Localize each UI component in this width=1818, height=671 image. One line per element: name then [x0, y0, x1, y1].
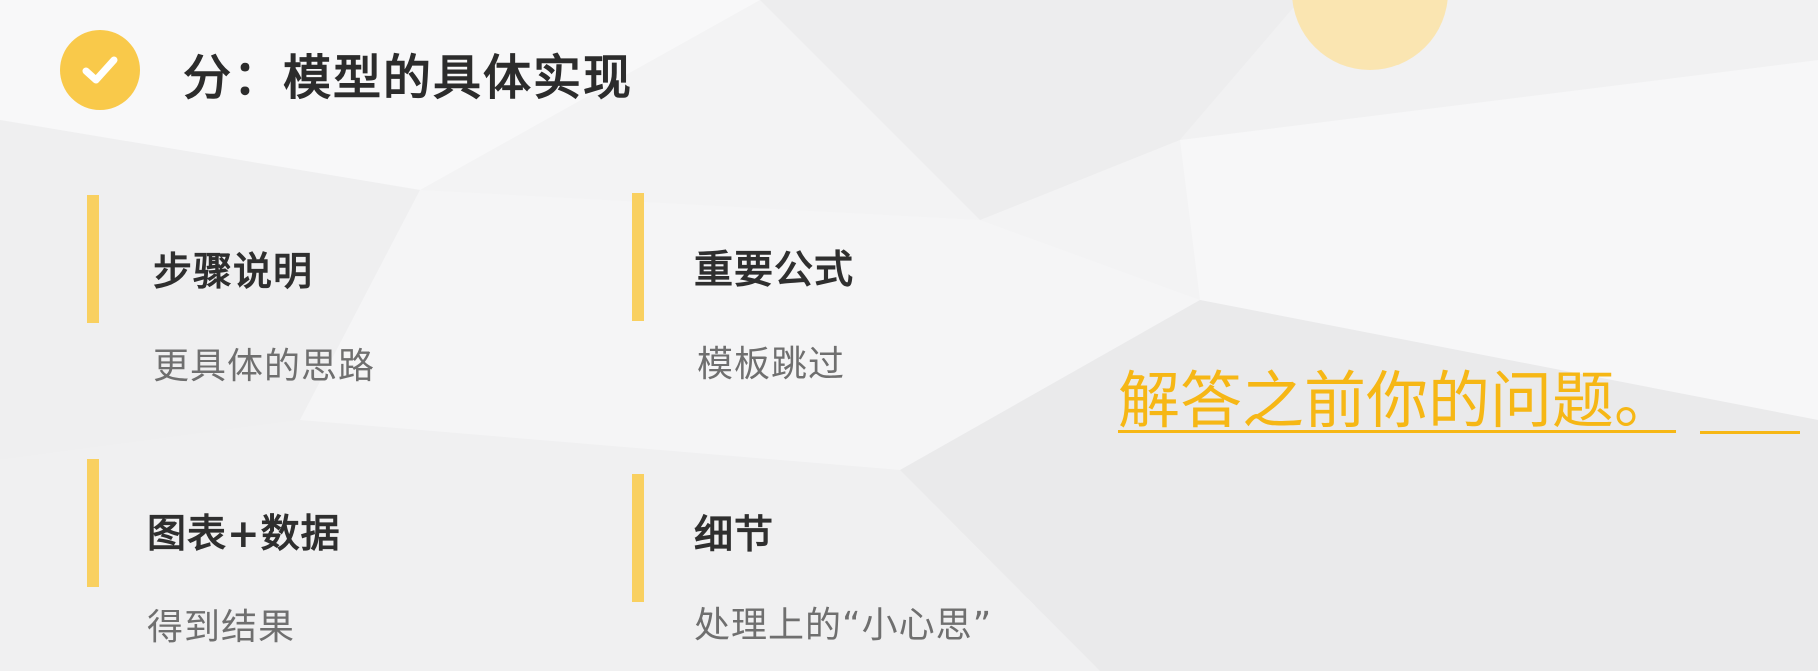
card-title: 图表+数据	[147, 512, 341, 557]
card-accent-bar	[87, 195, 99, 323]
card-accent-bar	[87, 459, 99, 587]
card-desc: 模板跳过	[697, 344, 846, 385]
card-desc: 处理上的“小心思”	[694, 605, 993, 646]
card-accent-bar	[632, 474, 644, 602]
card-title: 重要公式	[694, 248, 855, 293]
card-title: 步骤说明	[153, 250, 314, 295]
card-title: 细节	[694, 513, 775, 558]
card-accent-bar	[632, 193, 644, 321]
page-title: 分：模型的具体实现	[183, 50, 634, 106]
annotation-underline-tail	[1700, 431, 1800, 434]
handwritten-annotation: 解答之前你的问题。	[1118, 364, 1677, 437]
card-desc: 得到结果	[147, 607, 296, 648]
check-icon	[82, 56, 118, 84]
card-desc: 更具体的思路	[153, 346, 376, 387]
check-badge	[60, 30, 140, 110]
